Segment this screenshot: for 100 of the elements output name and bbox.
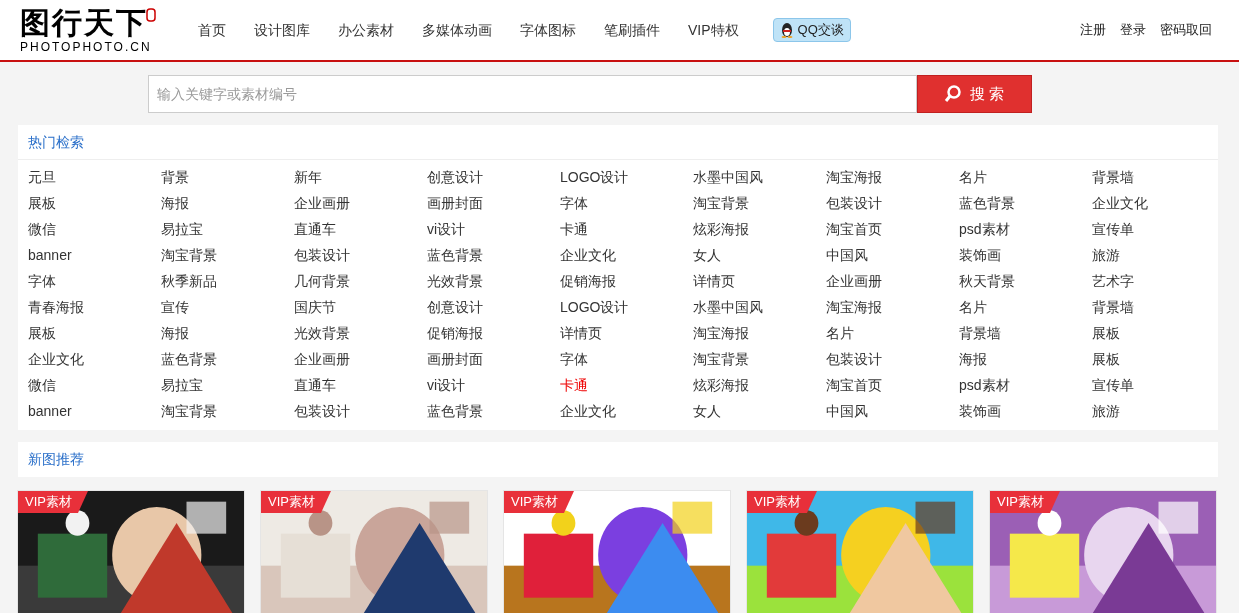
keyword-link[interactable]: 光效背景 <box>294 322 350 344</box>
keyword-link[interactable]: 微信 <box>28 374 56 396</box>
keyword-link[interactable]: 直通车 <box>294 374 336 396</box>
keyword-link[interactable]: 蓝色背景 <box>161 348 217 370</box>
keyword-link[interactable]: 中国风 <box>826 244 868 266</box>
keyword-link[interactable]: banner <box>28 400 72 422</box>
keyword-link[interactable]: 女人 <box>693 244 721 266</box>
keyword-link[interactable]: 直通车 <box>294 218 336 240</box>
keyword-link[interactable]: 详情页 <box>560 322 602 344</box>
keyword-link[interactable]: 企业画册 <box>294 348 350 370</box>
nav-link[interactable]: 多媒体动画 <box>422 19 492 41</box>
keyword-link[interactable]: 创意设计 <box>427 166 483 188</box>
keyword-link[interactable]: 淘宝背景 <box>693 348 749 370</box>
keyword-link[interactable]: 旅游 <box>1092 400 1120 422</box>
keyword-link[interactable]: 淘宝背景 <box>161 244 217 266</box>
nav-link[interactable]: 办公素材 <box>338 19 394 41</box>
keyword-link[interactable]: 宣传单 <box>1092 218 1134 240</box>
keyword-link[interactable]: 画册封面 <box>427 192 483 214</box>
keyword-link[interactable]: 名片 <box>959 296 987 318</box>
keyword-link[interactable]: psd素材 <box>959 374 1010 396</box>
keyword-link[interactable]: 旅游 <box>1092 244 1120 266</box>
keyword-link[interactable]: vi设计 <box>427 374 466 396</box>
keyword-link[interactable]: 字体 <box>28 270 56 292</box>
keyword-link[interactable]: 淘宝海报 <box>826 296 882 318</box>
keyword-link[interactable]: 展板 <box>1092 322 1120 344</box>
keyword-link[interactable]: 背景墙 <box>1092 296 1134 318</box>
keyword-link[interactable]: 包装设计 <box>294 400 350 422</box>
keyword-link[interactable]: 艺术字 <box>1092 270 1134 292</box>
keyword-link[interactable]: 背景 <box>161 166 189 188</box>
keyword-link[interactable]: 卡通 <box>560 218 588 240</box>
keyword-link[interactable]: 秋季新品 <box>161 270 217 292</box>
keyword-link[interactable]: 炫彩海报 <box>693 218 749 240</box>
keyword-link[interactable]: 包装设计 <box>294 244 350 266</box>
keyword-link[interactable]: 画册封面 <box>427 348 483 370</box>
keyword-link[interactable]: 元旦 <box>28 166 56 188</box>
keyword-link[interactable]: 易拉宝 <box>161 218 203 240</box>
keyword-link[interactable]: 光效背景 <box>427 270 483 292</box>
nav-link[interactable]: VIP特权 <box>688 19 739 41</box>
keyword-link[interactable]: 促销海报 <box>560 270 616 292</box>
keyword-link[interactable]: 包装设计 <box>826 348 882 370</box>
keyword-link[interactable]: 卡通 <box>560 374 588 396</box>
keyword-link[interactable]: 易拉宝 <box>161 374 203 396</box>
keyword-link[interactable]: 新年 <box>294 166 322 188</box>
keyword-link[interactable]: 企业文化 <box>560 244 616 266</box>
keyword-link[interactable]: LOGO设计 <box>560 296 629 318</box>
keyword-link[interactable]: 背景墙 <box>959 322 1001 344</box>
keyword-link[interactable]: 促销海报 <box>427 322 483 344</box>
keyword-link[interactable]: 淘宝背景 <box>161 400 217 422</box>
keyword-link[interactable]: 展板 <box>28 192 56 214</box>
keyword-link[interactable]: 企业文化 <box>1092 192 1148 214</box>
account-link[interactable]: 注册 <box>1080 20 1106 40</box>
keyword-link[interactable]: 海报 <box>161 322 189 344</box>
keyword-link[interactable]: 展板 <box>1092 348 1120 370</box>
keyword-link[interactable]: 炫彩海报 <box>693 374 749 396</box>
keyword-link[interactable]: 中国风 <box>826 400 868 422</box>
account-link[interactable]: 登录 <box>1120 20 1146 40</box>
keyword-link[interactable]: 海报 <box>161 192 189 214</box>
keyword-link[interactable]: 宣传单 <box>1092 374 1134 396</box>
account-link[interactable]: 密码取回 <box>1160 20 1212 40</box>
keyword-link[interactable]: 淘宝首页 <box>826 374 882 396</box>
keyword-link[interactable]: 名片 <box>959 166 987 188</box>
keyword-link[interactable]: 淘宝首页 <box>826 218 882 240</box>
keyword-link[interactable]: 展板 <box>28 322 56 344</box>
keyword-link[interactable]: 女人 <box>693 400 721 422</box>
keyword-link[interactable]: 秋天背景 <box>959 270 1015 292</box>
keyword-link[interactable]: 企业画册 <box>826 270 882 292</box>
keyword-link[interactable]: 国庆节 <box>294 296 336 318</box>
search-button[interactable]: 搜 索 <box>916 75 1032 113</box>
keyword-link[interactable]: 蓝色背景 <box>427 244 483 266</box>
keyword-link[interactable]: 宣传 <box>161 296 189 318</box>
keyword-link[interactable]: vi设计 <box>427 218 466 240</box>
keyword-link[interactable]: 字体 <box>560 192 588 214</box>
keyword-link[interactable]: banner <box>28 244 72 266</box>
keyword-link[interactable]: 水墨中国风 <box>693 296 763 318</box>
keyword-link[interactable]: 淘宝海报 <box>693 322 749 344</box>
keyword-link[interactable]: 蓝色背景 <box>959 192 1015 214</box>
keyword-link[interactable]: 名片 <box>826 322 854 344</box>
keyword-link[interactable]: 几何背景 <box>294 270 350 292</box>
keyword-link[interactable]: 装饰画 <box>959 244 1001 266</box>
keyword-link[interactable]: 水墨中国风 <box>693 166 763 188</box>
keyword-link[interactable]: 装饰画 <box>959 400 1001 422</box>
keyword-link[interactable]: 蓝色背景 <box>427 400 483 422</box>
keyword-link[interactable]: 企业文化 <box>560 400 616 422</box>
qq-chat-button[interactable]: QQ交谈 <box>772 18 851 42</box>
nav-link[interactable]: 字体图标 <box>520 19 576 41</box>
keyword-link[interactable]: 包装设计 <box>826 192 882 214</box>
keyword-link[interactable]: 背景墙 <box>1092 166 1134 188</box>
keyword-link[interactable]: 微信 <box>28 218 56 240</box>
keyword-link[interactable]: 企业画册 <box>294 192 350 214</box>
keyword-link[interactable]: 详情页 <box>693 270 735 292</box>
nav-link[interactable]: 设计图库 <box>254 19 310 41</box>
keyword-link[interactable]: psd素材 <box>959 218 1010 240</box>
keyword-link[interactable]: LOGO设计 <box>560 166 629 188</box>
keyword-link[interactable]: 青春海报 <box>28 296 84 318</box>
keyword-link[interactable]: 字体 <box>560 348 588 370</box>
nav-link[interactable]: 首页 <box>198 19 226 41</box>
keyword-link[interactable]: 淘宝背景 <box>693 192 749 214</box>
keyword-link[interactable]: 企业文化 <box>28 348 84 370</box>
search-field[interactable]: 输入关键字或素材编号 <box>147 75 917 113</box>
keyword-link[interactable]: 淘宝海报 <box>826 166 882 188</box>
